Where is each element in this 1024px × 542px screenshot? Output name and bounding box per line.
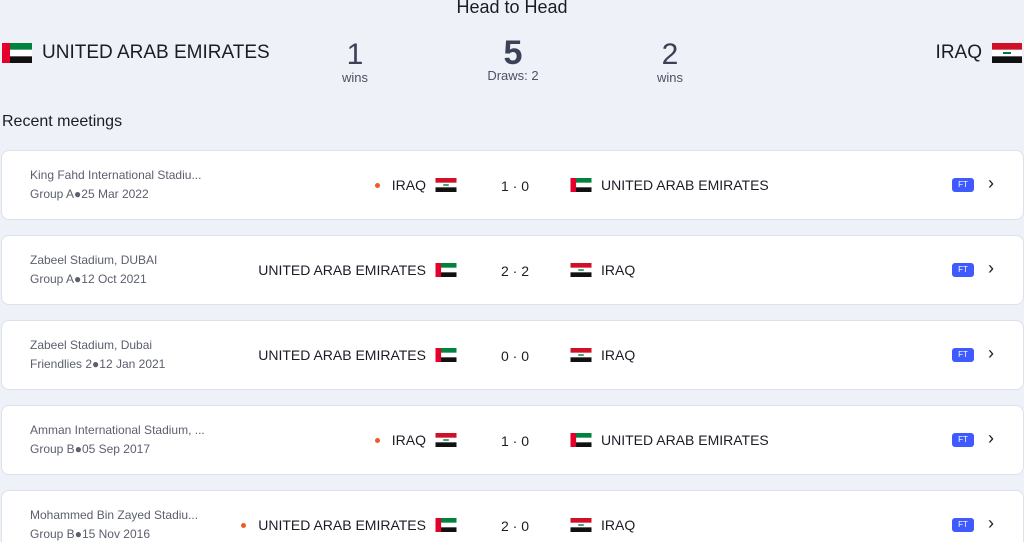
match-score: 1 · 0 <box>500 433 529 449</box>
match-score: 0 · 0 <box>500 348 529 364</box>
winner-dot-icon <box>241 522 247 528</box>
match-home-team: UNITED ARAB EMIRATES <box>258 347 457 363</box>
draws-label: Draws: 2 <box>487 68 539 83</box>
match-away-team: IRAQ <box>570 262 635 278</box>
uae-flag-icon <box>435 263 457 277</box>
match-venue: King Fahd International Stadiu... <box>30 168 202 182</box>
match-group-date: Group B●05 Sep 2017 <box>30 442 150 456</box>
match-card[interactable]: Zabeel Stadium, Dubai Friendlies 2●12 Ja… <box>1 320 1024 390</box>
home-team-label: UNITED ARAB EMIRATES <box>258 517 426 533</box>
status-badge: FT <box>952 433 974 447</box>
match-away-team: UNITED ARAB EMIRATES <box>570 177 769 193</box>
away-team-label: IRAQ <box>601 262 636 278</box>
home-wins-stat: 1 wins <box>335 38 375 86</box>
match-venue: Amman International Stadium, ... <box>30 423 205 437</box>
match-group-date: Friendlies 2●12 Jan 2021 <box>30 357 166 371</box>
uae-flag-icon <box>435 518 457 532</box>
recent-meetings-heading: Recent meetings <box>2 113 123 130</box>
status-badge: FT <box>952 518 974 532</box>
uae-flag-icon <box>570 433 592 447</box>
match-venue: Zabeel Stadium, Dubai <box>30 338 153 352</box>
home-team-name: UNITED ARAB EMIRATES <box>42 42 270 63</box>
match-score: 1 · 0 <box>500 178 529 194</box>
away-team-label: IRAQ <box>601 347 636 363</box>
chevron-right-icon[interactable]: › <box>988 173 994 194</box>
uae-flag-icon <box>435 348 457 362</box>
home-wins-label: wins <box>341 70 368 85</box>
match-venue: Mohammed Bin Zayed Stadiu... <box>30 508 199 522</box>
home-team-label: UNITED ARAB EMIRATES <box>258 347 426 363</box>
home-team-label: UNITED ARAB EMIRATES <box>258 262 426 278</box>
away-wins-stat: 2 wins <box>650 38 690 86</box>
match-away-team: IRAQ <box>570 517 635 533</box>
iraq-flag-icon <box>435 433 457 447</box>
away-wins-count: 2 <box>661 38 679 71</box>
total-matches-stat: 5 Draws: 2 <box>482 34 544 83</box>
match-group-date: Group A●12 Oct 2021 <box>30 272 147 286</box>
match-score: 2 · 0 <box>500 518 529 534</box>
match-home-team: IRAQ <box>374 432 457 448</box>
match-home-team: UNITED ARAB EMIRATES <box>241 517 457 533</box>
away-team[interactable]: IRAQ <box>936 42 1022 64</box>
match-card[interactable]: Zabeel Stadium, DUBAI Group A●12 Oct 202… <box>1 235 1024 305</box>
chevron-right-icon[interactable]: › <box>988 513 994 534</box>
match-away-team: UNITED ARAB EMIRATES <box>570 432 769 448</box>
match-home-team: IRAQ <box>374 177 457 193</box>
match-card[interactable]: Mohammed Bin Zayed Stadiu... Group B●15 … <box>1 490 1024 542</box>
iraq-flag-icon <box>435 178 457 192</box>
chevron-right-icon[interactable]: › <box>988 258 994 279</box>
away-team-label: UNITED ARAB EMIRATES <box>601 177 769 193</box>
winner-dot-icon <box>374 182 380 188</box>
home-wins-count: 1 <box>346 38 364 71</box>
iraq-flag-icon <box>570 348 592 362</box>
status-badge: FT <box>952 178 974 192</box>
page-title: Head to Head <box>456 0 568 17</box>
status-badge: FT <box>952 348 974 362</box>
status-badge: FT <box>952 263 974 277</box>
chevron-right-icon[interactable]: › <box>988 428 994 449</box>
match-card[interactable]: King Fahd International Stadiu... Group … <box>1 150 1024 220</box>
home-team-label: IRAQ <box>391 177 426 193</box>
match-venue: Zabeel Stadium, DUBAI <box>30 253 158 267</box>
match-card[interactable]: Amman International Stadium, ... Group B… <box>1 405 1024 475</box>
total-matches-count: 5 <box>503 34 523 72</box>
iraq-flag-icon <box>992 43 1022 63</box>
away-team-name: IRAQ <box>935 42 982 63</box>
match-score: 2 · 2 <box>500 263 529 279</box>
away-team-label: IRAQ <box>601 517 636 533</box>
iraq-flag-icon <box>570 518 592 532</box>
match-away-team: IRAQ <box>570 347 635 363</box>
home-team[interactable]: UNITED ARAB EMIRATES <box>2 42 270 64</box>
away-team-label: UNITED ARAB EMIRATES <box>601 432 769 448</box>
match-home-team: UNITED ARAB EMIRATES <box>258 262 457 278</box>
home-team-label: IRAQ <box>391 432 426 448</box>
match-group-date: Group B●15 Nov 2016 <box>30 527 150 541</box>
iraq-flag-icon <box>570 263 592 277</box>
uae-flag-icon <box>2 43 32 63</box>
away-wins-label: wins <box>656 70 683 85</box>
chevron-right-icon[interactable]: › <box>988 343 994 364</box>
uae-flag-icon <box>570 178 592 192</box>
match-group-date: Group A●25 Mar 2022 <box>30 187 149 201</box>
winner-dot-icon <box>374 437 380 443</box>
